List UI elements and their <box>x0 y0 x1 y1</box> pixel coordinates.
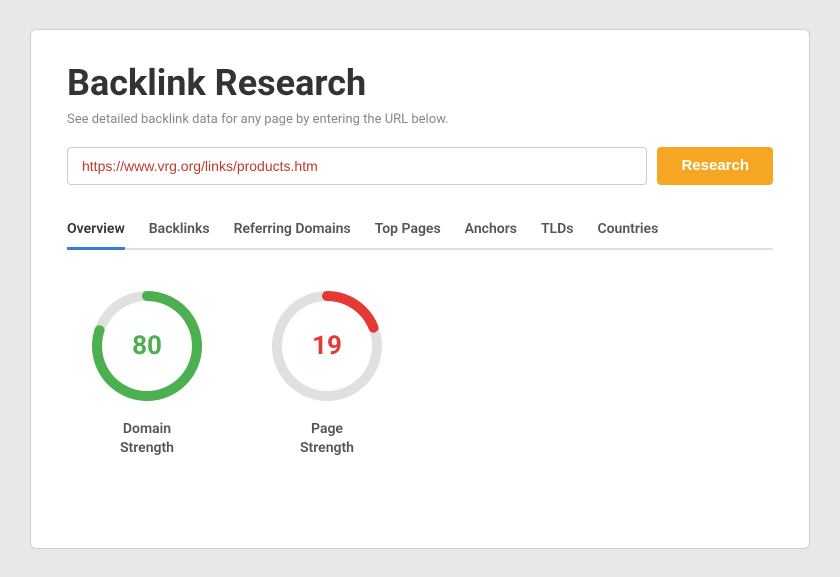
page-title: Backlink Research <box>67 62 773 104</box>
domain-strength-value: 80 <box>132 331 162 361</box>
tab-overview[interactable]: Overview <box>67 213 125 250</box>
main-card: Backlink Research See detailed backlink … <box>30 29 810 549</box>
url-input[interactable] <box>67 147 647 185</box>
tab-countries[interactable]: Countries <box>597 213 658 250</box>
page-strength-donut: 19 <box>267 286 387 406</box>
tab-referring-domains[interactable]: Referring Domains <box>234 213 351 250</box>
tab-anchors[interactable]: Anchors <box>465 213 517 250</box>
page-strength-label: PageStrength <box>300 420 354 459</box>
metrics-row: 80 DomainStrength 19 PageStrength <box>67 286 773 459</box>
tab-tlds[interactable]: TLDs <box>541 213 574 250</box>
domain-strength-donut: 80 <box>87 286 207 406</box>
page-subtitle: See detailed backlink data for any page … <box>67 112 773 127</box>
tab-backlinks[interactable]: Backlinks <box>149 213 210 250</box>
page-strength-value: 19 <box>312 331 342 361</box>
domain-strength-card: 80 DomainStrength <box>87 286 207 459</box>
search-row: Research <box>67 147 773 185</box>
tab-nav: Overview Backlinks Referring Domains Top… <box>67 213 773 250</box>
tab-top-pages[interactable]: Top Pages <box>375 213 441 250</box>
domain-strength-label: DomainStrength <box>120 420 174 459</box>
page-strength-card: 19 PageStrength <box>267 286 387 459</box>
research-button[interactable]: Research <box>657 147 773 185</box>
